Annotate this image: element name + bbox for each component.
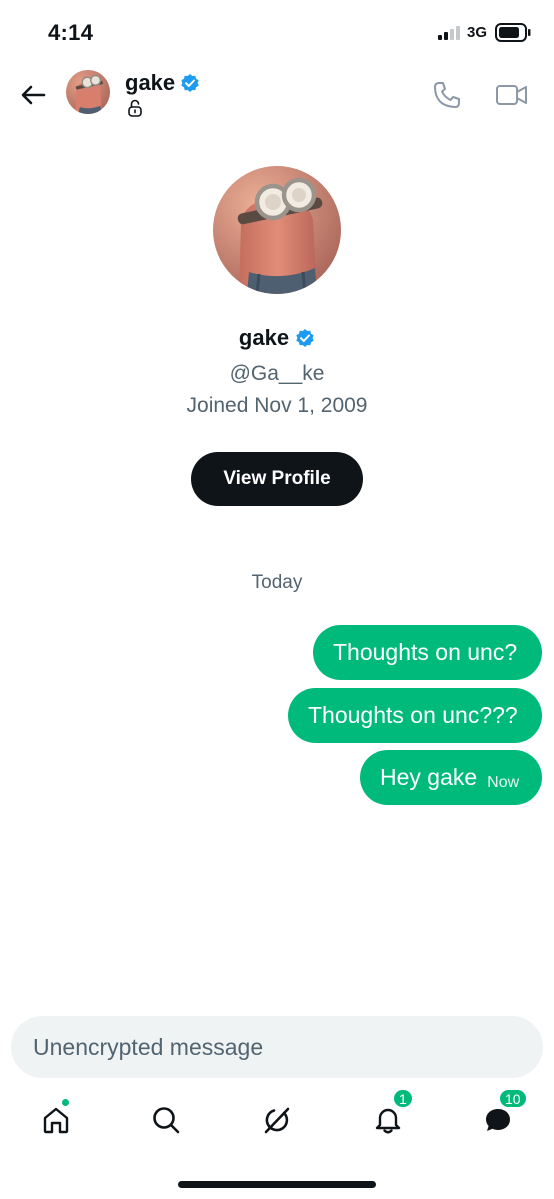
status-bar: 4:14 3G [0,0,554,64]
video-icon [496,85,527,105]
profile-name: gake [238,325,290,350]
profile-handle: @Ga__ke [229,362,325,385]
tab-home[interactable] [36,1098,76,1140]
grok-icon [264,1107,290,1134]
header-name-row[interactable]: gake [125,70,200,96]
lock-icon [128,99,142,117]
tab-bar: 1 10 [0,1088,554,1152]
back-arrow-icon [21,85,46,105]
avatar[interactable] [66,70,110,114]
message-composer[interactable] [11,1016,543,1078]
network-type: 3G [467,24,488,41]
verified-badge-icon [296,329,314,347]
tab-notifications[interactable]: 1 [368,1088,414,1140]
conversation-header: gake [0,64,554,126]
video-call-button[interactable] [494,78,530,112]
tab-search[interactable] [146,1100,186,1140]
call-button[interactable] [430,78,464,112]
home-indicator [178,1181,376,1188]
profile-name-row: gake [0,325,554,351]
message-bubble[interactable]: Thoughts on unc? [313,625,542,680]
home-icon [43,1107,69,1134]
avatar-image [66,70,110,114]
day-separator: Today [251,572,303,593]
tab-grok[interactable] [257,1100,297,1140]
profile-avatar-image [213,166,341,294]
battery-icon [495,23,531,42]
bell-icon [375,1108,401,1134]
verified-badge-icon [181,74,199,92]
back-button[interactable] [16,78,50,112]
tab-messages[interactable]: 10 [478,1088,528,1140]
message-text: Thoughts on unc? [333,639,518,665]
view-profile-button[interactable]: View Profile [191,452,363,506]
profile-avatar[interactable] [213,166,341,294]
message-text: Hey gake [380,764,478,790]
home-unread-dot [61,1098,70,1107]
search-icon [153,1107,180,1134]
message-text: Thoughts on unc??? [308,702,518,728]
profile-joined-date: Joined Nov 1, 2009 [186,394,368,417]
status-time: 4:14 [48,20,94,45]
signal-icon [438,26,460,40]
message-input[interactable] [33,1033,513,1061]
messages-badge: 10 [498,1088,528,1109]
message-bubble[interactable]: Thoughts on unc??? [288,688,542,743]
message-timestamp: Now [487,773,520,791]
message-bubble[interactable]: Hey gake Now [360,750,542,805]
notifications-badge: 1 [392,1088,414,1109]
phone-icon [434,82,460,108]
header-name: gake [125,70,176,95]
